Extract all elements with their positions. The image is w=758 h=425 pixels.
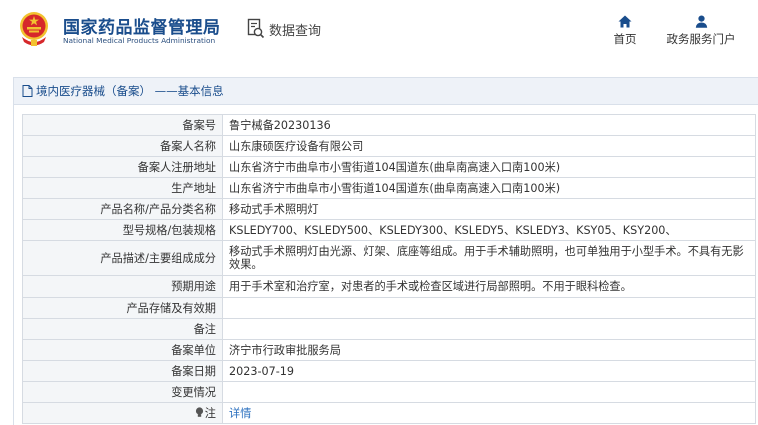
field-label: 变更情况 [22, 381, 223, 403]
field-value: 山东省济宁市曲阜市小雪街道104国道东(曲阜南高速入口南100米) [222, 156, 756, 178]
table-row: 注 详情 [22, 402, 756, 424]
panel-header: 境内医疗器械（备案） ——基本信息 [14, 78, 758, 105]
document-icon [22, 85, 33, 97]
table-row: 预期用途 用于手术室和治疗室，对患者的手术或检查区域进行局部照明。不用于眼科检查… [22, 275, 756, 298]
site-name[interactable]: 国家药品监督管理局 [63, 13, 221, 38]
field-label: 备案人名称 [22, 135, 223, 157]
user-icon [695, 15, 707, 28]
table-row: 备案日期 2023-07-19 [22, 360, 756, 382]
field-label: 产品名称/产品分类名称 [22, 198, 223, 220]
field-value [222, 381, 756, 403]
home-icon [618, 15, 632, 28]
field-label: 备案日期 [22, 360, 223, 382]
field-label: 备案单位 [22, 339, 223, 361]
field-value: 济宁市行政审批服务局 [222, 339, 756, 361]
table-row: 型号规格/包装规格 KSLEDY700、KSLEDY500、KSLEDY300、… [22, 219, 756, 241]
field-value: KSLEDY700、KSLEDY500、KSLEDY300、KSLEDY5、KS… [222, 219, 756, 241]
table-row: 备案号 鲁宁械备20230136 [22, 114, 756, 136]
field-label: 产品描述/主要组成成分 [22, 240, 223, 276]
table-row: 备案人注册地址 山东省济宁市曲阜市小雪街道104国道东(曲阜南高速入口南100米… [22, 156, 756, 178]
record-panel: 境内医疗器械（备案） ——基本信息 备案号 鲁宁械备20230136 备案人名称… [13, 77, 758, 425]
site-header: 国家药品监督管理局 National Medical Products Admi… [0, 0, 758, 64]
field-value: 用于手术室和治疗室，对患者的手术或检查区域进行局部照明。不用于眼科检查。 [222, 275, 756, 298]
record-table: 备案号 鲁宁械备20230136 备案人名称 山东康硕医疗设备有限公司 备案人注… [22, 114, 756, 424]
table-row: 备案单位 济宁市行政审批服务局 [22, 339, 756, 361]
table-row: 生产地址 山东省济宁市曲阜市小雪街道104国道东(曲阜南高速入口南100米) [22, 177, 756, 199]
national-emblem-icon[interactable] [18, 9, 50, 47]
details-link[interactable]: 详情 [229, 407, 251, 420]
field-value: 山东康硕医疗设备有限公司 [222, 135, 756, 157]
data-query-title[interactable]: 数据查询 [247, 18, 321, 40]
panel-title: 境内医疗器械（备案） ——基本信息 [36, 84, 224, 98]
field-value: 移动式手术照明灯 [222, 198, 756, 220]
nav-home-label: 首页 [613, 32, 637, 46]
field-label: 预期用途 [22, 275, 223, 298]
table-row: 产品名称/产品分类名称 移动式手术照明灯 [22, 198, 756, 220]
site-name-en[interactable]: National Medical Products Administration [63, 36, 215, 45]
field-value [222, 318, 756, 340]
table-row: 备注 [22, 318, 756, 340]
field-label: 备注 [22, 318, 223, 340]
note-label: 注 [204, 406, 216, 420]
field-label: 产品存储及有效期 [22, 297, 223, 319]
table-row: 产品描述/主要组成成分 移动式手术照明灯由光源、灯架、底座等组成。用于手术辅助照… [22, 240, 756, 276]
table-row: 变更情况 [22, 381, 756, 403]
field-value: 移动式手术照明灯由光源、灯架、底座等组成。用于手术辅助照明，也可单独用于小型手术… [222, 240, 756, 276]
data-query-icon [247, 18, 265, 39]
field-label: 备案人注册地址 [22, 156, 223, 178]
note-label-cell: 注 [22, 402, 223, 424]
field-label: 生产地址 [22, 177, 223, 199]
nav-service-portal[interactable]: 政务服务门户 [661, 15, 741, 47]
field-label: 备案号 [22, 114, 223, 136]
nav-home[interactable]: 首页 [612, 15, 638, 47]
lightbulb-icon [195, 406, 203, 417]
field-value [222, 297, 756, 319]
field-label: 型号规格/包装规格 [22, 219, 223, 241]
nav-portal-label: 政务服务门户 [666, 32, 736, 46]
field-value: 鲁宁械备20230136 [222, 114, 756, 136]
field-value: 山东省济宁市曲阜市小雪街道104国道东(曲阜南高速入口南100米) [222, 177, 756, 199]
field-value: 2023-07-19 [222, 360, 756, 382]
details-cell: 详情 [222, 402, 756, 424]
data-query-label: 数据查询 [269, 23, 322, 39]
table-row: 备案人名称 山东康硕医疗设备有限公司 [22, 135, 756, 157]
table-row: 产品存储及有效期 [22, 297, 756, 319]
